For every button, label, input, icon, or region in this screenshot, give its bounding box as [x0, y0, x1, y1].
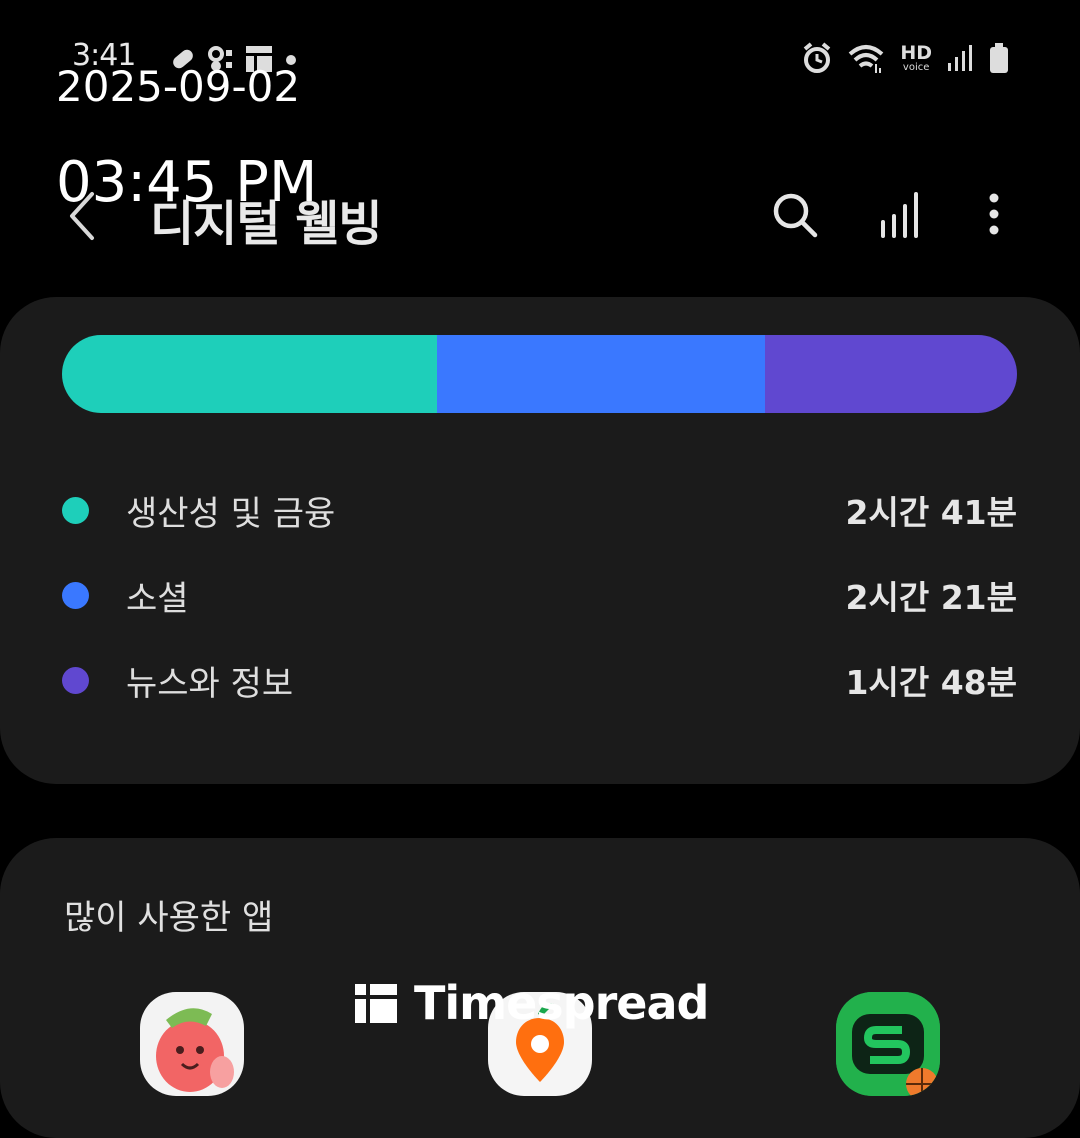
category-time: 2시간 21분	[845, 578, 1017, 617]
timespread-logo-icon	[355, 984, 397, 1023]
green-sports-app-icon-graphic	[836, 992, 940, 1096]
category-label: 소셜	[126, 578, 189, 619]
category-row-news[interactable]: 뉴스와 정보 1시간 48분	[62, 655, 1017, 705]
category-usage-card[interactable]: 생산성 및 금융 2시간 41분 소셜 2시간 21분 뉴스와 정보 1시간 4…	[0, 297, 1080, 784]
bar-chart-icon	[881, 192, 918, 238]
usage-bar-segment-productivity	[62, 335, 437, 413]
category-color-dot	[62, 496, 89, 524]
search-button[interactable]	[770, 190, 820, 240]
hd-label: HD	[900, 41, 932, 64]
more-options-button[interactable]	[978, 192, 1010, 240]
chevron-left-icon	[70, 192, 94, 240]
category-time: 2시간 41분	[845, 493, 1017, 532]
category-color-dot	[62, 666, 89, 694]
usage-bar-segment-social	[437, 335, 766, 413]
timespread-watermark: Timespread	[354, 976, 709, 1030]
green-sports-app-icon[interactable]	[836, 992, 940, 1096]
category-label: 뉴스와 정보	[126, 663, 294, 704]
category-row-social[interactable]: 소셜 2시간 21분	[62, 570, 1017, 620]
hd-voice-icon: HD voice	[900, 41, 932, 73]
status-right-icons: HD voice	[802, 42, 1010, 74]
alarm-icon	[804, 42, 831, 73]
category-color-dot	[62, 581, 89, 609]
watermark-text: Timespread	[414, 976, 709, 1030]
usage-bar-segment-news	[765, 335, 1017, 413]
stats-button[interactable]	[878, 192, 924, 238]
category-usage-bar	[62, 335, 1017, 413]
signal-icon	[948, 45, 972, 71]
voice-label: voice	[902, 61, 930, 73]
page-title: 디지털 웰빙	[150, 196, 383, 252]
peach-character-app-icon-graphic	[156, 1008, 234, 1092]
peach-character-app-icon[interactable]	[140, 992, 244, 1096]
back-button[interactable]	[62, 188, 106, 244]
search-icon	[773, 193, 818, 238]
more-vert-icon	[989, 193, 999, 235]
category-time: 1시간 48분	[845, 663, 1017, 702]
category-row-productivity[interactable]: 생산성 및 금융 2시간 41분	[62, 485, 1017, 535]
wifi-icon	[848, 45, 884, 73]
category-label: 생산성 및 금융	[126, 493, 336, 534]
most-used-apps-title: 많이 사용한 앱	[64, 898, 274, 938]
overlay-date: 2025-09-02	[56, 62, 301, 111]
battery-icon	[990, 43, 1008, 73]
